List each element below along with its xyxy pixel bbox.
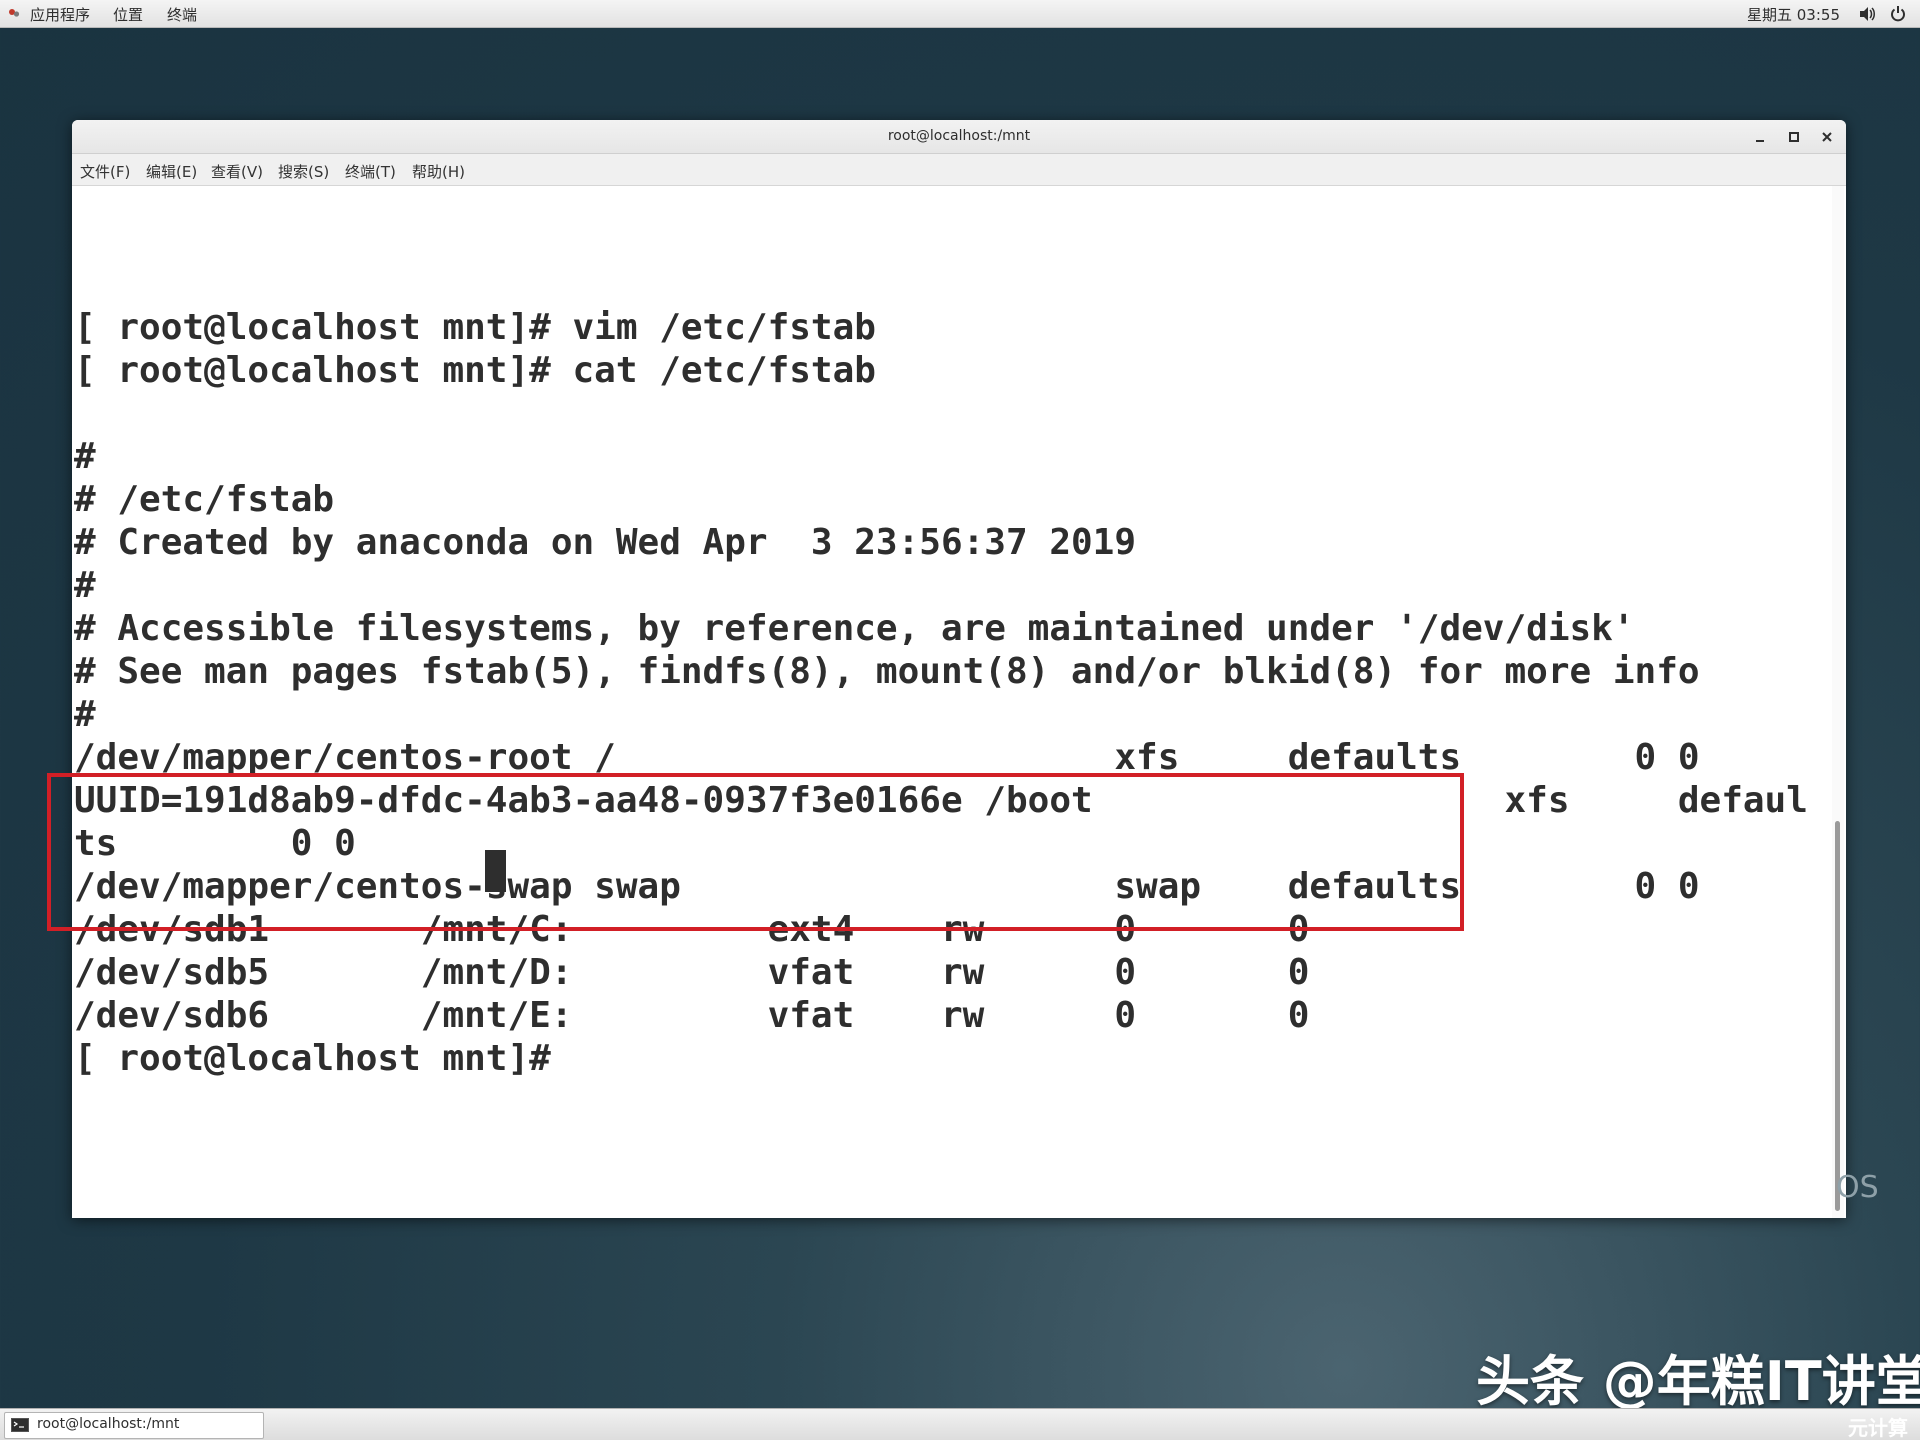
terminal-line: /dev/sdb6 /mnt/E: vfat rw 0 0: [74, 995, 1310, 1036]
annotation-highlight-box: [47, 773, 1464, 931]
menu-terminal[interactable]: 终端(T): [345, 161, 396, 182]
terminal-line: #: [74, 565, 96, 606]
menu-file[interactable]: 文件(F): [80, 161, 130, 182]
window-titlebar[interactable]: root@localhost:/mnt: [72, 120, 1846, 154]
terminal-line: [ root@localhost mnt]# cat /etc/fstab: [74, 350, 876, 391]
close-icon[interactable]: [1816, 126, 1838, 148]
maximize-icon[interactable]: [1783, 126, 1805, 148]
terminal-output[interactable]: [ root@localhost mnt]# vim /etc/fstab [ …: [72, 186, 1830, 1218]
menu-help[interactable]: 帮助(H): [412, 161, 465, 182]
menu-edit[interactable]: 编辑(E): [146, 161, 197, 182]
terminal-line: /dev/sdb5 /mnt/D: vfat rw 0 0: [74, 952, 1310, 993]
terminal-line: # See man pages fstab(5), findfs(8), mou…: [74, 651, 1700, 692]
places-menu[interactable]: 位置: [113, 4, 143, 25]
terminal-app-menu[interactable]: 终端: [167, 4, 197, 25]
terminal-line: # /etc/fstab: [74, 479, 335, 520]
menu-search[interactable]: 搜索(S): [278, 161, 329, 182]
terminal-line: #: [74, 694, 96, 735]
corner-watermark: 元计算: [1848, 1416, 1908, 1440]
apps-menu-icon: [9, 9, 20, 17]
menu-bar: 文件(F) 编辑(E) 查看(V) 搜索(S) 终端(T) 帮助(H): [72, 154, 1846, 186]
clock[interactable]: 星期五 03:55: [1747, 4, 1840, 25]
volume-icon[interactable]: [1858, 6, 1876, 22]
terminal-prompt: [ root@localhost mnt]#: [74, 1038, 573, 1079]
terminal-line: # Accessible filesystems, by reference, …: [74, 608, 1635, 649]
wallpaper-logo-text: OS: [1836, 1170, 1879, 1205]
terminal-window: root@localhost:/mnt 文件(F) 编辑(E) 查看(V) 搜索…: [72, 120, 1846, 1218]
scrollbar[interactable]: [1832, 186, 1844, 1218]
applications-menu[interactable]: 应用程序: [30, 4, 90, 25]
menu-view[interactable]: 查看(V): [211, 161, 263, 182]
watermark: 头条 @年糕IT讲堂: [1476, 1350, 1920, 1413]
minimize-icon[interactable]: [1749, 126, 1771, 148]
window-title: root@localhost:/mnt: [887, 128, 1031, 144]
taskbar-item-label: root@localhost:/mnt: [37, 1416, 180, 1432]
terminal-line: #: [74, 436, 96, 477]
scrollbar-thumb[interactable]: [1835, 821, 1840, 1211]
terminal-line: # Created by anaconda on Wed Apr 3 23:56…: [74, 522, 1137, 563]
terminal-line: [ root@localhost mnt]# vim /etc/fstab: [74, 307, 876, 348]
taskbar-item-terminal[interactable]: root@localhost:/mnt: [4, 1412, 264, 1439]
bottom-panel: root@localhost:/mnt: [0, 1408, 1920, 1440]
top-panel: 应用程序 位置 终端 星期五 03:55: [0, 0, 1920, 28]
power-icon[interactable]: [1890, 5, 1906, 22]
terminal-icon: [11, 1418, 29, 1432]
